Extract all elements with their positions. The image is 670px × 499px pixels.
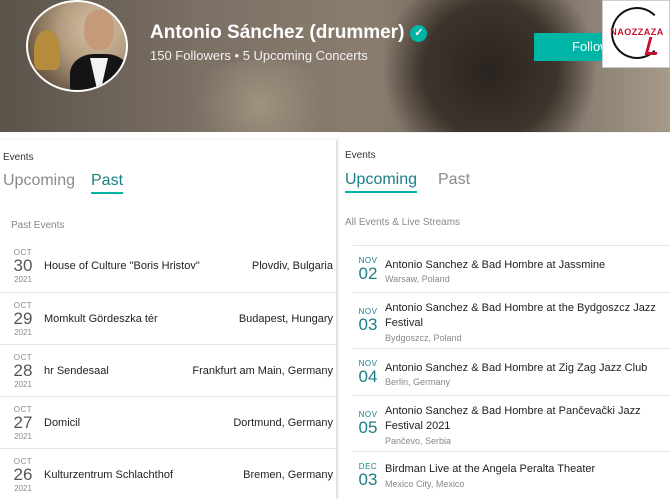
logo-text: NAOZZAZA <box>610 27 664 37</box>
event-location: Frankfurt am Main, Germany <box>192 365 333 377</box>
event-day: 02 <box>358 264 378 283</box>
event-title: Antonio Sanchez & Bad Hombre at Pančevač… <box>385 405 641 432</box>
event-date: DEC 03 <box>353 462 383 489</box>
event-year: 2021 <box>14 328 32 337</box>
event-date: OCT 28 2021 <box>8 353 38 389</box>
event-title: Antonio Sanchez & Bad Hombre at Zig Zag … <box>385 362 648 374</box>
event-row[interactable]: DEC 03 Birdman Live at the Angela Peralt… <box>353 451 670 499</box>
event-date: NOV 05 <box>353 410 383 437</box>
event-row[interactable]: OCT 26 2021 Kulturzentrum Schlachthof Br… <box>0 448 336 499</box>
events-heading: Events <box>3 152 34 163</box>
event-row[interactable]: OCT 27 2021 Domicil Dortmund, Germany <box>0 396 336 448</box>
event-venue: Domicil <box>44 417 81 429</box>
tab-upcoming[interactable]: Upcoming <box>3 172 75 190</box>
event-venue: hr Sendesaal <box>44 365 109 377</box>
section-label: Past Events <box>11 220 65 231</box>
event-day: 04 <box>358 367 378 386</box>
section-label: All Events & Live Streams <box>345 217 461 228</box>
event-year: 2021 <box>14 484 32 493</box>
event-venue: Momkult Gördeszka tér <box>44 313 158 325</box>
event-location: Bydgoszcz, Poland <box>385 333 462 343</box>
verified-check-icon: ✓ <box>410 25 428 42</box>
past-events-panel: Events Upcoming Past Past Events OCT 30 … <box>0 140 337 499</box>
event-date: NOV 03 <box>353 307 383 334</box>
event-venue: Kulturzentrum Schlachthof <box>44 469 174 481</box>
event-date: NOV 02 <box>353 256 383 283</box>
tab-past[interactable]: Past <box>91 172 124 194</box>
events-heading: Events <box>345 150 376 161</box>
event-location: Warsaw, Poland <box>385 274 450 284</box>
event-day: 05 <box>358 418 378 437</box>
tab-past[interactable]: Past <box>438 171 470 189</box>
event-location: Mexico City, Mexico <box>385 479 465 489</box>
tab-upcoming[interactable]: Upcoming <box>345 171 418 193</box>
event-day: 29 <box>13 309 33 328</box>
event-title: Antonio Sanchez & Bad Hombre at Jassmine <box>385 259 606 271</box>
event-day: 03 <box>358 470 378 489</box>
event-date: NOV 04 <box>353 359 383 386</box>
grammy-trophy <box>34 30 60 70</box>
event-row[interactable]: OCT 28 2021 hr Sendesaal Frankfurt am Ma… <box>0 344 336 396</box>
event-row[interactable]: OCT 29 2021 Momkult Gördeszka tér Budape… <box>0 292 336 344</box>
event-date: OCT 26 2021 <box>8 457 38 493</box>
artist-stats: 150 Followers • 5 Upcoming Concerts <box>150 48 368 63</box>
event-location: Dortmund, Germany <box>233 417 333 429</box>
event-location: Berlin, Germany <box>385 377 451 387</box>
avatar-head <box>84 10 114 50</box>
event-date: OCT 30 2021 <box>8 248 38 284</box>
event-row[interactable]: NOV 02 Antonio Sanchez & Bad Hombre at J… <box>353 245 670 292</box>
upcoming-events-panel: Events Upcoming Past All Events & Live S… <box>339 133 670 499</box>
event-location: Bremen, Germany <box>243 469 333 481</box>
event-title: Birdman Live at the Angela Peralta Theat… <box>385 463 596 475</box>
event-year: 2021 <box>14 380 32 389</box>
event-year: 2021 <box>14 275 32 284</box>
banner-highlight <box>180 60 340 132</box>
event-row[interactable]: NOV 03 Antonio Sanchez & Bad Hombre at t… <box>353 292 670 348</box>
event-venue: House of Culture "Boris Hristov" <box>44 260 200 272</box>
event-date: OCT 27 2021 <box>8 405 38 441</box>
event-day: 26 <box>13 465 33 484</box>
event-year: 2021 <box>14 432 32 441</box>
watermark-logo: NAOZZAZA <box>602 0 670 68</box>
event-location: Plovdiv, Bulgaria <box>251 260 333 272</box>
event-day: 30 <box>13 256 33 275</box>
artist-avatar[interactable] <box>26 0 128 92</box>
banner-background <box>380 0 600 132</box>
event-location: Budapest, Hungary <box>238 313 333 325</box>
event-row[interactable]: NOV 04 Antonio Sanchez & Bad Hombre at Z… <box>353 348 670 395</box>
artist-name-text: Antonio Sánchez (drummer) <box>150 22 405 43</box>
event-title: Antonio Sanchez & Bad Hombre at the Bydg… <box>385 302 656 329</box>
event-date: OCT 29 2021 <box>8 301 38 337</box>
artist-name: Antonio Sánchez (drummer) ✓ <box>150 22 428 44</box>
artist-header-banner: Antonio Sánchez (drummer) ✓ 150 Followers… <box>0 0 670 132</box>
event-day: 28 <box>13 361 33 380</box>
event-row[interactable]: NOV 05 Antonio Sanchez & Bad Hombre at P… <box>353 395 670 451</box>
event-day: 27 <box>13 413 33 432</box>
event-row[interactable]: OCT 30 2021 House of Culture "Boris Hris… <box>0 240 336 292</box>
event-day: 03 <box>358 315 378 334</box>
event-location: Pančevo, Serbia <box>385 436 452 446</box>
